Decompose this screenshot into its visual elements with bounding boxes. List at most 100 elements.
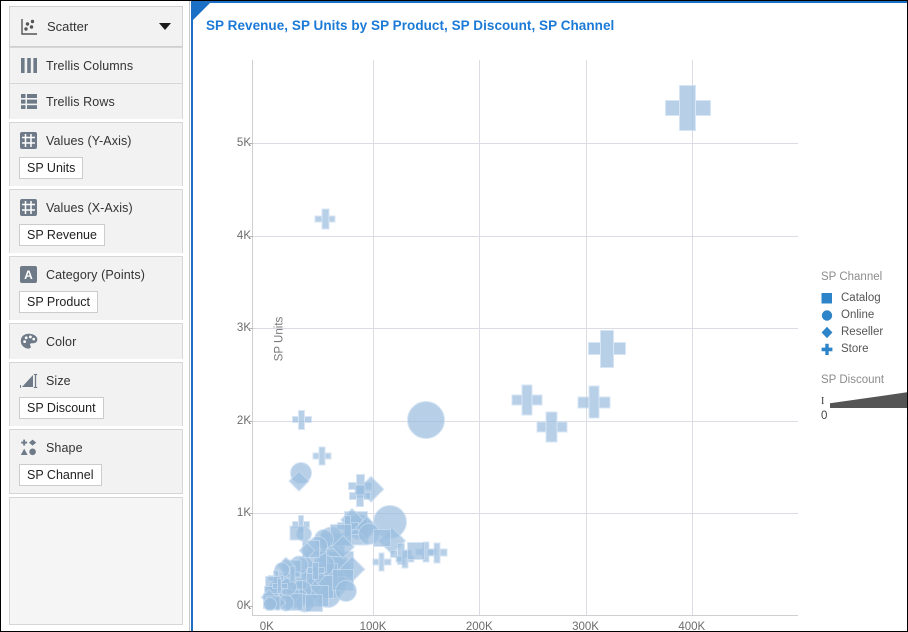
- legend-label: Catalog: [841, 291, 881, 304]
- x-axis-tick-label: 200K: [465, 621, 493, 632]
- legend-item-catalog[interactable]: Catalog: [821, 289, 907, 306]
- scatter-point-cross[interactable]: [312, 446, 332, 466]
- visualization-config-panel: Scatter Trellis Columns Trellis Rows Val…: [1, 1, 190, 631]
- shape-legend-entries: Catalog Online Reseller Store: [821, 289, 907, 357]
- measure-grid-icon: [19, 198, 38, 217]
- shelf-size[interactable]: Size SP Discount: [9, 362, 183, 426]
- size-legend-min-tick-icon: I: [821, 396, 825, 407]
- y-axis-tick-mark: [248, 513, 253, 515]
- legend-label: Online: [841, 308, 875, 321]
- shelf-trellis-rows[interactable]: Trellis Rows: [9, 83, 183, 119]
- field-chip-sp-product[interactable]: SP Product: [19, 291, 99, 313]
- shelf-shape[interactable]: Shape SP Channel: [9, 429, 183, 494]
- scatter-point-cross[interactable]: [372, 552, 392, 572]
- x-axis-tick-label: 0K: [259, 621, 274, 632]
- shape-glyphs-icon: [19, 438, 38, 457]
- chart-legend: SP Channel Catalog Online Reseller Store SP…: [821, 271, 907, 424]
- scatter-point-circle[interactable]: [407, 400, 446, 439]
- app-root: Scatter Trellis Columns Trellis Rows Val…: [0, 0, 908, 632]
- scatter-point-cross[interactable]: [577, 385, 611, 419]
- size-legend-wedge: [830, 392, 907, 408]
- field-chip-sp-revenue[interactable]: SP Revenue: [19, 224, 105, 246]
- legend-item-store[interactable]: Store: [821, 340, 907, 357]
- legend-label: Store: [841, 342, 869, 355]
- chart-panel: SP Revenue, SP Units by SP Product, SP D…: [191, 1, 907, 631]
- gridline-horizontal: [253, 143, 798, 145]
- gridline-vertical: [691, 60, 693, 615]
- x-axis-tick-label: 300K: [572, 621, 599, 632]
- shelf-values-x-axis[interactable]: Values (X-Axis) SP Revenue: [9, 189, 183, 253]
- gridline-vertical: [585, 60, 587, 615]
- y-axis-tick-mark: [248, 235, 253, 237]
- scatter-point-cross[interactable]: [664, 85, 711, 132]
- size-legend-title: SP Discount: [821, 374, 885, 386]
- scatter-point-cross[interactable]: [314, 208, 336, 230]
- chart-title: SP Revenue, SP Units by SP Product, SP D…: [206, 18, 615, 33]
- scatter-point-square[interactable]: [406, 542, 425, 561]
- palette-icon: [19, 332, 38, 351]
- plot-wrapper: SP Units 0K 1K 2K 3K 4K 5K 0K 100K 200K 300K 400K: [237, 60, 798, 631]
- diamond-glyph-icon: [821, 326, 833, 338]
- scatter-point-cross[interactable]: [536, 411, 568, 443]
- scatter-point-square[interactable]: [304, 594, 323, 613]
- size-bars-icon: [19, 371, 38, 390]
- shelf-label-size: Size: [46, 373, 71, 388]
- y-axis-tick-mark: [248, 143, 253, 145]
- scatter-plot-area[interactable]: 0K 1K 2K 3K 4K 5K 0K 100K 200K 300K 400K: [237, 60, 798, 631]
- x-axis-line: [253, 615, 798, 616]
- field-chip-sp-units[interactable]: SP Units: [19, 157, 84, 179]
- y-axis-tick-mark: [248, 605, 253, 607]
- chevron-down-icon[interactable]: [159, 23, 171, 30]
- shelf-category-points[interactable]: A Category (Points) SP Product: [9, 256, 183, 320]
- shelf-color[interactable]: Color: [9, 323, 183, 359]
- shelf-label-color: Color: [46, 334, 77, 349]
- shelf-label-trellis-columns: Trellis Columns: [46, 58, 134, 73]
- size-legend-min-label: 0: [821, 410, 828, 422]
- empty-drop-zone[interactable]: [9, 497, 183, 625]
- y-axis-tick-mark: [248, 420, 253, 422]
- trellis-rows-icon: [19, 92, 38, 111]
- scatter-point-cross[interactable]: [291, 409, 312, 430]
- size-legend-scale-labels: 0 1: [821, 410, 907, 424]
- x-axis-tick-label: 100K: [359, 621, 387, 632]
- field-chip-sp-channel[interactable]: SP Channel: [19, 464, 102, 486]
- shelf-label-values-y-axis: Values (Y-Axis): [46, 133, 132, 148]
- scatter-point-cross[interactable]: [587, 329, 626, 368]
- visualization-type-selector[interactable]: Scatter: [9, 6, 183, 47]
- legend-label: Reseller: [841, 325, 884, 338]
- shelf-values-y-axis[interactable]: Values (Y-Axis) SP Units: [9, 122, 183, 186]
- gridline-horizontal: [253, 328, 798, 330]
- square-glyph-icon: [821, 292, 833, 304]
- scatter-point-circle[interactable]: [335, 579, 358, 602]
- shelf-label-category-points: Category (Points): [46, 267, 145, 282]
- visualization-type-label: Scatter: [47, 19, 89, 34]
- svg-text:A: A: [24, 268, 33, 282]
- circle-glyph-icon: [821, 309, 833, 321]
- x-axis-tick-label: 400K: [678, 621, 706, 632]
- shelf-trellis-columns[interactable]: Trellis Columns: [9, 47, 183, 83]
- size-legend-wedge-row: I: [821, 392, 907, 408]
- trellis-columns-icon: [19, 56, 38, 75]
- gridline-horizontal: [253, 235, 798, 237]
- legend-item-online[interactable]: Online: [821, 306, 907, 323]
- scatter-point-square[interactable]: [289, 525, 305, 541]
- attribute-a-icon: A: [19, 265, 38, 284]
- field-chip-sp-discount[interactable]: SP Discount: [19, 397, 104, 419]
- scatter-point-cross[interactable]: [426, 542, 448, 564]
- scatter-point-square[interactable]: [372, 528, 391, 547]
- scatter-point-square[interactable]: [354, 484, 366, 496]
- scatter-chart-icon: [19, 17, 38, 36]
- shelf-label-values-x-axis: Values (X-Axis): [46, 200, 133, 215]
- gridline-horizontal: [253, 420, 798, 422]
- scatter-point-circle[interactable]: [262, 596, 277, 611]
- y-axis-tick-mark: [248, 328, 253, 330]
- cross-glyph-icon: [821, 343, 833, 355]
- legend-item-reseller[interactable]: Reseller: [821, 323, 907, 340]
- scatter-point-cross[interactable]: [306, 561, 325, 580]
- gridline-vertical: [479, 60, 481, 615]
- gridline-horizontal: [253, 513, 798, 515]
- shelf-label-trellis-rows: Trellis Rows: [46, 94, 115, 109]
- scatter-point-cross[interactable]: [271, 577, 288, 594]
- size-legend: SP Discount I 0 1: [821, 374, 907, 424]
- shape-legend-title: SP Channel: [821, 271, 883, 283]
